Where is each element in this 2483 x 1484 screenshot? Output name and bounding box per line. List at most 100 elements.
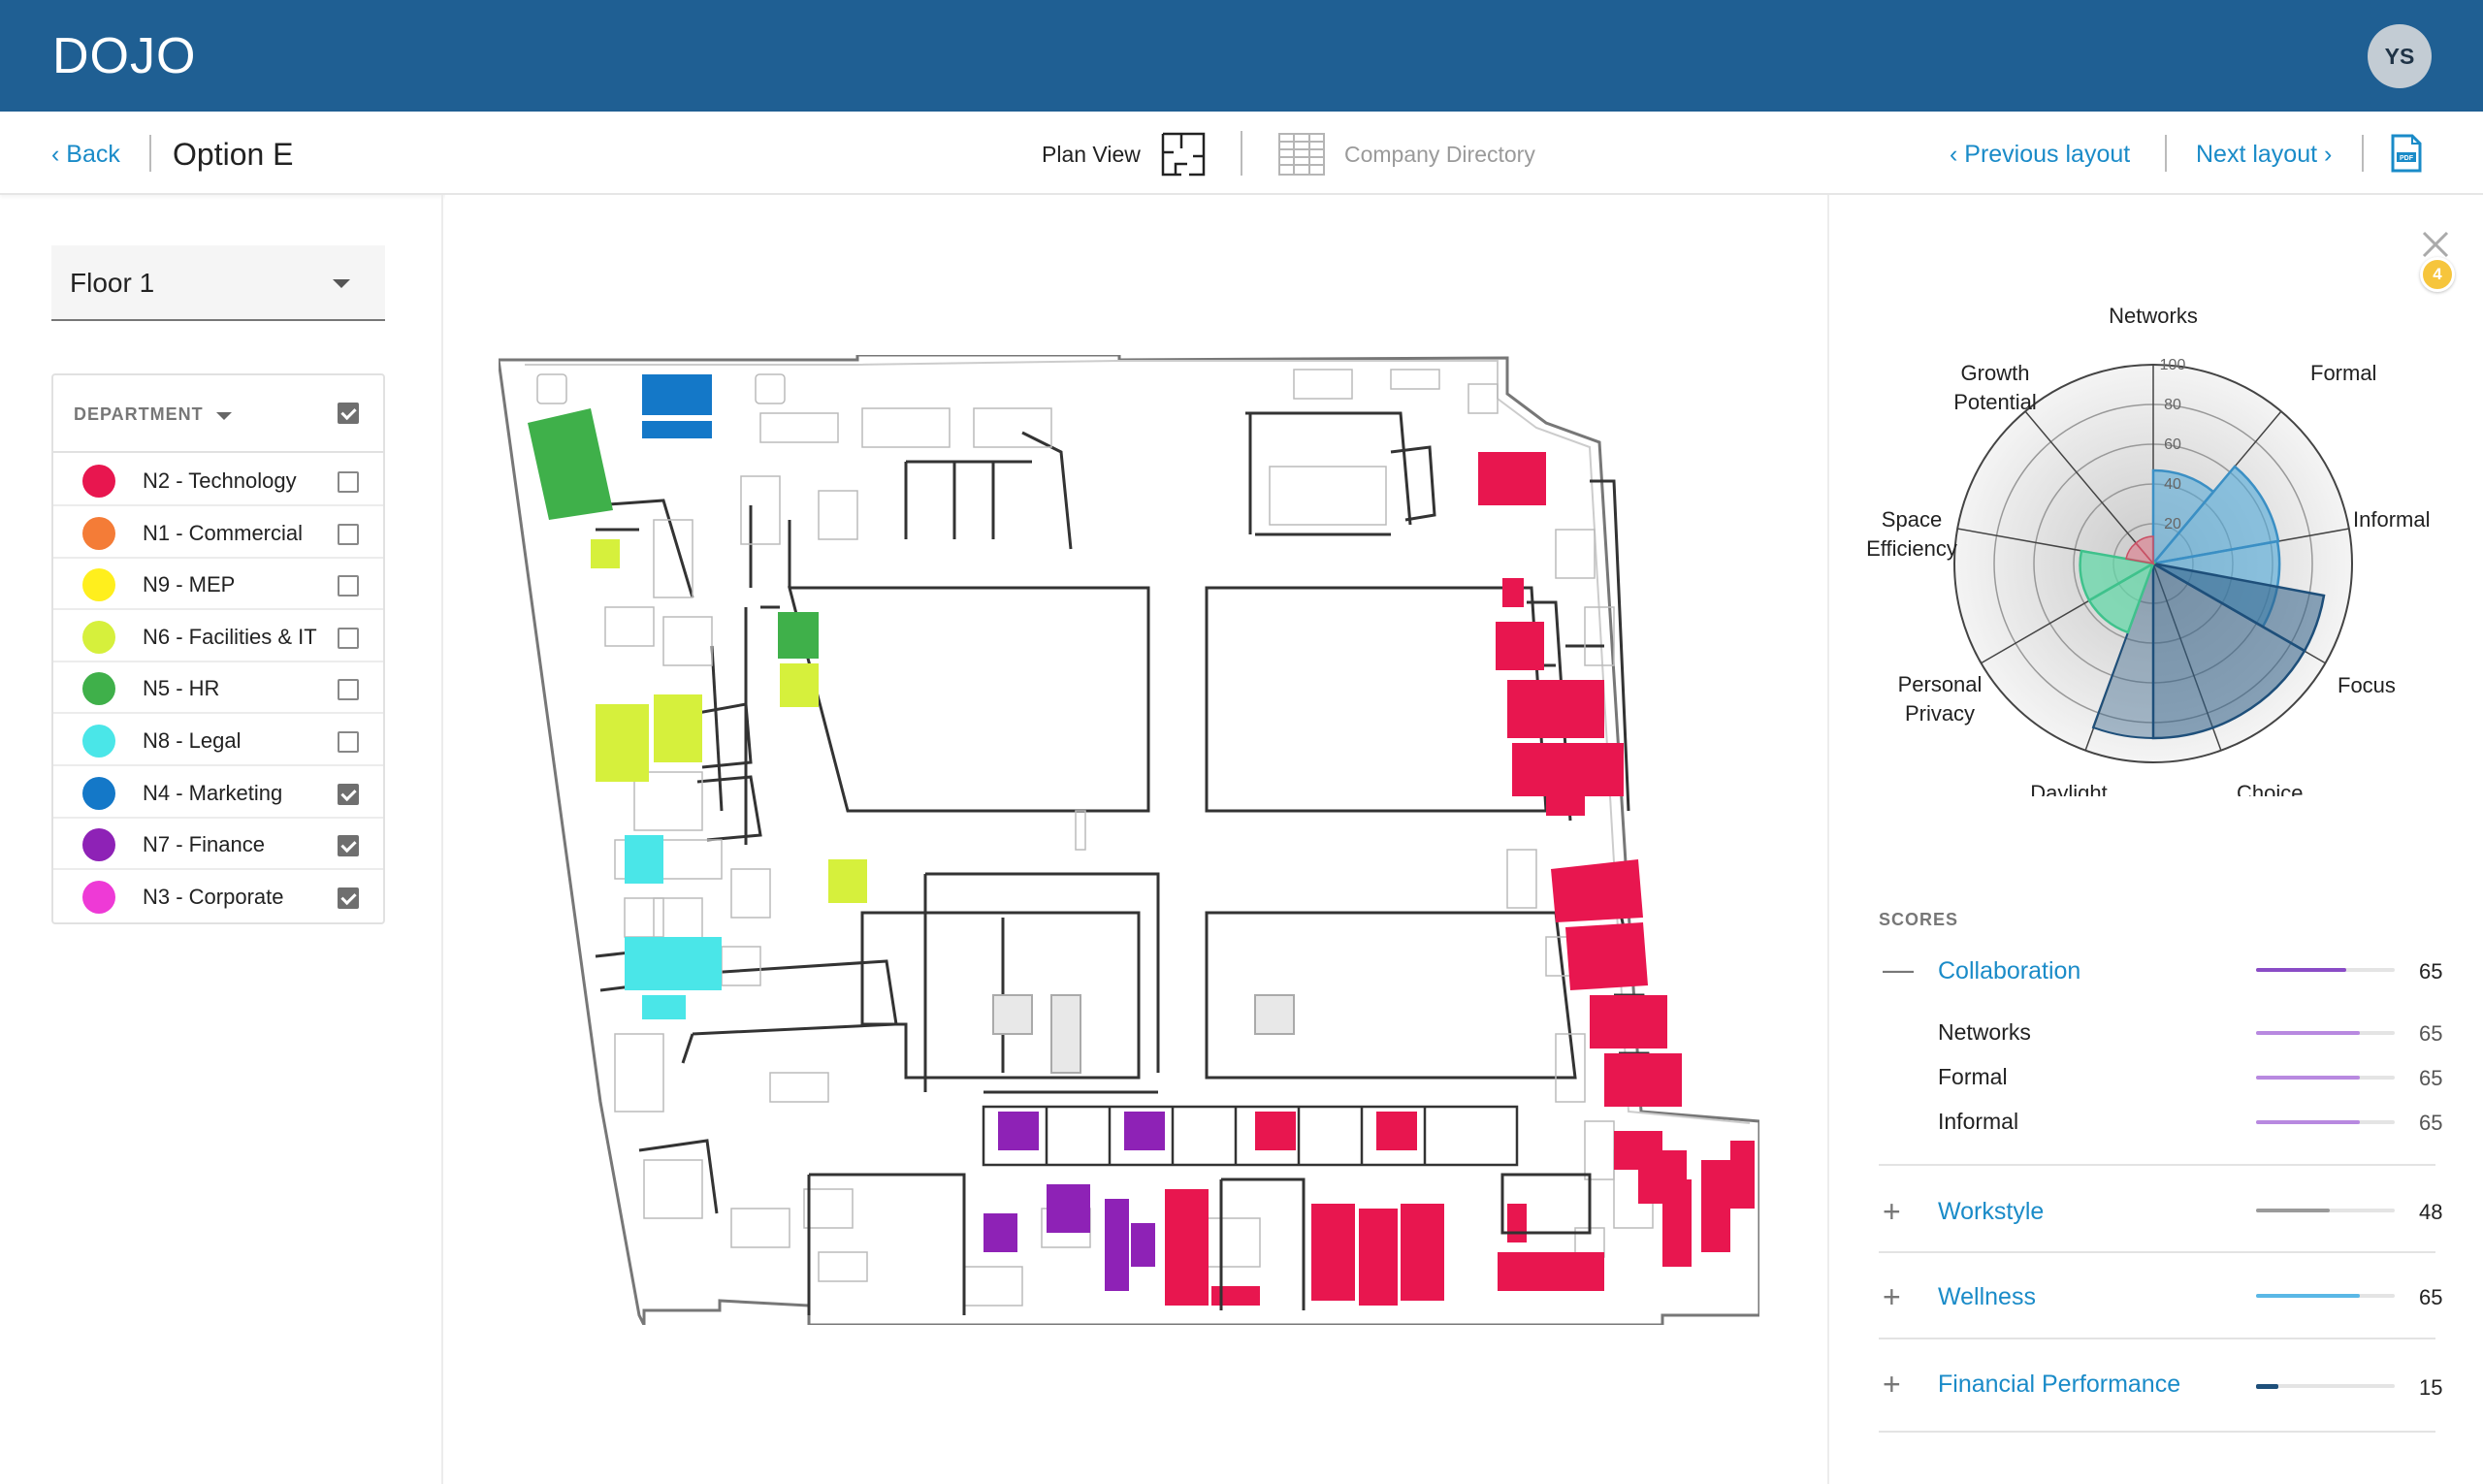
department-color-dot [82, 620, 115, 654]
radar-chart: 100 80 60 40 20 Networks Formal Informal… [1866, 304, 2430, 796]
department-row[interactable]: N1 - Commercial [53, 507, 383, 559]
score-bar-fill [2256, 1076, 2361, 1080]
score-row-workstyle[interactable]: + Workstyle 48 [1879, 1192, 2442, 1231]
department-row[interactable]: N5 - HR [53, 662, 383, 715]
radar-label-potential: Potential [1953, 390, 2037, 414]
back-button[interactable]: ‹ Back [51, 141, 120, 169]
department-checkbox[interactable] [338, 523, 359, 545]
score-value: 15 [2419, 1375, 2443, 1400]
score-value: 65 [2419, 1066, 2443, 1090]
divider [1879, 1431, 2435, 1433]
score-bar [2256, 1384, 2395, 1389]
radar-tick-60: 60 [2164, 436, 2181, 453]
score-bar [2256, 1120, 2395, 1124]
expand-icon[interactable]: + [1883, 1196, 1901, 1227]
divider [1879, 1338, 2435, 1339]
department-checkbox[interactable] [338, 835, 359, 857]
floor-plan[interactable] [499, 355, 1759, 1325]
brand-logo[interactable]: DOJO [52, 27, 196, 85]
department-header[interactable]: DEPARTMENT [53, 375, 383, 453]
score-row-wellness[interactable]: + Wellness 65 [1879, 1277, 2442, 1316]
department-color-dot [82, 465, 115, 498]
directory-table-icon[interactable] [1278, 133, 1325, 176]
floor-select-value: Floor 1 [70, 268, 155, 298]
department-row[interactable]: N8 - Legal [53, 715, 383, 766]
department-color-dot [82, 725, 115, 758]
score-name[interactable]: Wellness [1938, 1283, 2036, 1311]
department-row[interactable]: N4 - Marketing [53, 767, 383, 819]
radar-label-privacy: Privacy [1905, 701, 1975, 726]
chevron-down-icon [333, 279, 350, 288]
department-checkbox[interactable] [338, 679, 359, 701]
score-value: 48 [2419, 1200, 2443, 1224]
previous-layout-link[interactable]: ‹ Previous layout [1950, 141, 2130, 169]
floor-plan-canvas [445, 195, 1827, 1484]
department-checkbox[interactable] [338, 627, 359, 649]
radar-label-daylight: Daylight [2030, 781, 2107, 796]
department-checkbox[interactable] [338, 783, 359, 805]
department-row[interactable]: N9 - MEP [53, 559, 383, 611]
department-label: N8 - Legal [143, 728, 242, 753]
divider [2362, 135, 2364, 172]
next-layout-link[interactable]: Next layout › [2196, 141, 2332, 169]
floor-plan-icon[interactable] [1160, 131, 1207, 177]
department-color-dot [82, 828, 115, 862]
floor-select[interactable]: Floor 1 [51, 245, 385, 321]
score-sub-name: Informal [1938, 1109, 2019, 1134]
department-row[interactable]: N7 - Finance [53, 819, 383, 871]
department-filter: DEPARTMENT N2 - Technology N1 - Commercia… [51, 373, 385, 924]
score-row-financial[interactable]: + Financial Performance 15 [1879, 1365, 2442, 1403]
department-checkbox[interactable] [338, 575, 359, 597]
score-bar [2256, 1209, 2395, 1212]
expand-icon[interactable]: + [1883, 1281, 1901, 1312]
score-bar-fill [2256, 1384, 2278, 1389]
department-label: N5 - HR [143, 676, 220, 701]
sub-navigation: ‹ Back Option E Plan View Company Direct… [0, 112, 2483, 195]
department-label: N2 - Technology [143, 468, 297, 493]
radar-label-efficiency: Efficiency [1866, 536, 1957, 561]
radar-label-formal: Formal [2310, 361, 2376, 385]
department-checkbox[interactable] [338, 731, 359, 753]
score-sub-name: Formal [1938, 1064, 2008, 1089]
department-label: N9 - MEP [143, 572, 236, 597]
department-row[interactable]: N6 - Facilities & IT [53, 611, 383, 662]
divider [1241, 131, 1242, 176]
user-avatar[interactable]: YS [2368, 24, 2432, 88]
radar-label-space: Space [1882, 507, 1942, 532]
department-row[interactable]: N2 - Technology [53, 455, 383, 506]
score-row-collaboration[interactable]: — Collaboration 65 [1879, 952, 2442, 990]
department-label: N1 - Commercial [143, 520, 304, 545]
department-color-dot [82, 516, 115, 550]
score-bar-fill [2256, 1294, 2361, 1298]
expand-icon[interactable]: + [1883, 1369, 1901, 1400]
sort-caret-icon[interactable] [216, 412, 232, 420]
radar-tick-100: 100 [2160, 357, 2186, 373]
department-row[interactable]: N3 - Corporate [53, 871, 383, 922]
score-name[interactable]: Collaboration [1938, 957, 2080, 985]
score-name[interactable]: Workstyle [1938, 1198, 2044, 1226]
radar-tick-40: 40 [2164, 476, 2181, 493]
department-color-dot [82, 880, 115, 914]
collapse-icon[interactable]: — [1883, 953, 1914, 984]
department-label: N7 - Finance [143, 832, 265, 857]
score-bar-fill [2256, 968, 2346, 972]
department-checkbox[interactable] [338, 471, 359, 493]
score-name[interactable]: Financial Performance [1938, 1371, 2180, 1399]
page-title: Option E [173, 137, 294, 172]
score-bar [2256, 1076, 2395, 1080]
score-subrow-formal: Formal 65 [1879, 1060, 2442, 1095]
score-value: 65 [2419, 1021, 2443, 1046]
department-header-label: DEPARTMENT [74, 404, 204, 424]
score-value: 65 [2419, 1285, 2443, 1309]
department-label: N3 - Corporate [143, 884, 284, 909]
department-checkbox[interactable] [338, 887, 359, 909]
plan-view-label[interactable]: Plan View [1042, 142, 1141, 168]
company-directory-link[interactable]: Company Directory [1344, 142, 1535, 168]
department-label: N4 - Marketing [143, 780, 283, 805]
pdf-export-icon[interactable]: PDF [2391, 134, 2422, 173]
score-bar-fill [2256, 1209, 2330, 1212]
radar-label-focus: Focus [2338, 673, 2396, 697]
divider [1879, 1251, 2435, 1253]
select-all-checkbox[interactable] [338, 403, 359, 424]
department-color-dot [82, 776, 115, 810]
